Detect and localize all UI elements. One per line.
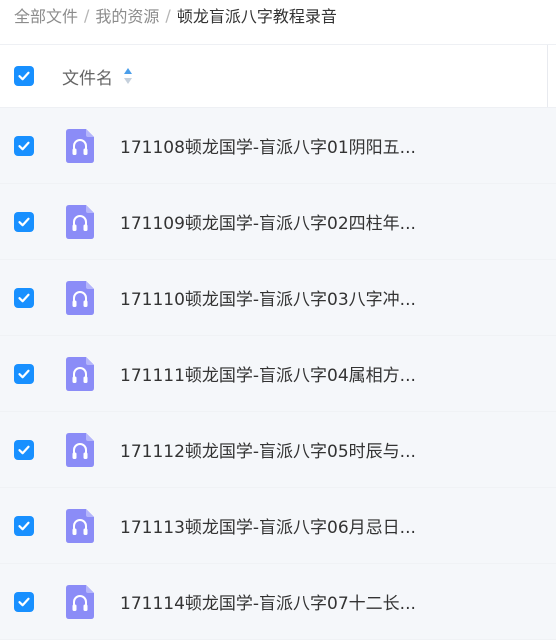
file-list: 171108顿龙国学-盲派八字01阴阳五... 171109顿龙国学-盲派八字0… — [0, 108, 556, 640]
file-row[interactable]: 171113顿龙国学-盲派八字06月忌日... — [0, 488, 556, 564]
file-row-checkbox[interactable] — [14, 135, 34, 156]
file-row[interactable]: 171110顿龙国学-盲派八字03八字冲... — [0, 260, 556, 336]
breadcrumb-separator: / — [84, 5, 90, 25]
file-row-checkbox[interactable] — [14, 515, 34, 536]
audio-file-icon — [66, 508, 94, 543]
file-name[interactable]: 171108顿龙国学-盲派八字01阴阳五... — [120, 133, 416, 158]
file-row-checkbox[interactable] — [14, 591, 34, 612]
file-row[interactable]: 171112顿龙国学-盲派八字05时辰与... — [0, 412, 556, 488]
audio-file-icon — [66, 280, 94, 315]
breadcrumb-current-folder: 顿龙盲派八字教程录音 — [176, 7, 337, 26]
audio-file-icon — [66, 432, 94, 467]
checkmark-icon — [18, 71, 30, 81]
audio-file-icon — [66, 204, 94, 239]
file-row-checkbox[interactable] — [14, 439, 34, 460]
file-name[interactable]: 171109顿龙国学-盲派八字02四柱年... — [120, 209, 416, 234]
select-all-checkbox[interactable] — [14, 66, 34, 86]
breadcrumb-separator: / — [165, 5, 171, 25]
file-row-checkbox[interactable] — [14, 211, 34, 232]
file-name[interactable]: 171112顿龙国学-盲派八字05时辰与... — [120, 437, 416, 462]
breadcrumb: 全部文件 / 我的资源 / 顿龙盲派八字教程录音 — [0, 0, 556, 30]
file-row-checkbox[interactable] — [14, 363, 34, 384]
file-row[interactable]: 171109顿龙国学-盲派八字02四柱年... — [0, 184, 556, 260]
checkmark-icon — [18, 293, 30, 302]
breadcrumb-my-resources[interactable]: 我的资源 — [95, 3, 159, 27]
breadcrumb-all-files[interactable]: 全部文件 — [14, 3, 78, 27]
audio-file-icon — [66, 356, 94, 391]
checkmark-icon — [18, 597, 30, 606]
file-row[interactable]: 171108顿龙国学-盲派八字01阴阳五... — [0, 108, 556, 184]
checkmark-icon — [18, 521, 30, 530]
file-table-header: 文件名 — [0, 44, 556, 108]
column-header-label: 文件名 — [62, 68, 113, 89]
sort-icon[interactable] — [123, 67, 133, 85]
checkmark-icon — [18, 369, 30, 378]
audio-file-icon — [66, 584, 94, 619]
checkmark-icon — [18, 141, 30, 150]
file-row[interactable]: 171111顿龙国学-盲派八字04属相方... — [0, 336, 556, 412]
file-name[interactable]: 171113顿龙国学-盲派八字06月忌日... — [120, 513, 416, 538]
file-name[interactable]: 171110顿龙国学-盲派八字03八字冲... — [120, 285, 416, 310]
checkmark-icon — [18, 217, 30, 226]
file-row-checkbox[interactable] — [14, 287, 34, 308]
checkmark-icon — [18, 445, 30, 454]
file-name[interactable]: 171114顿龙国学-盲派八字07十二长... — [120, 589, 416, 614]
column-header-filename[interactable]: 文件名 — [62, 64, 133, 89]
file-name[interactable]: 171111顿龙国学-盲派八字04属相方... — [120, 361, 416, 386]
audio-file-icon — [66, 128, 94, 163]
file-row[interactable]: 171114顿龙国学-盲派八字07十二长... — [0, 564, 556, 640]
